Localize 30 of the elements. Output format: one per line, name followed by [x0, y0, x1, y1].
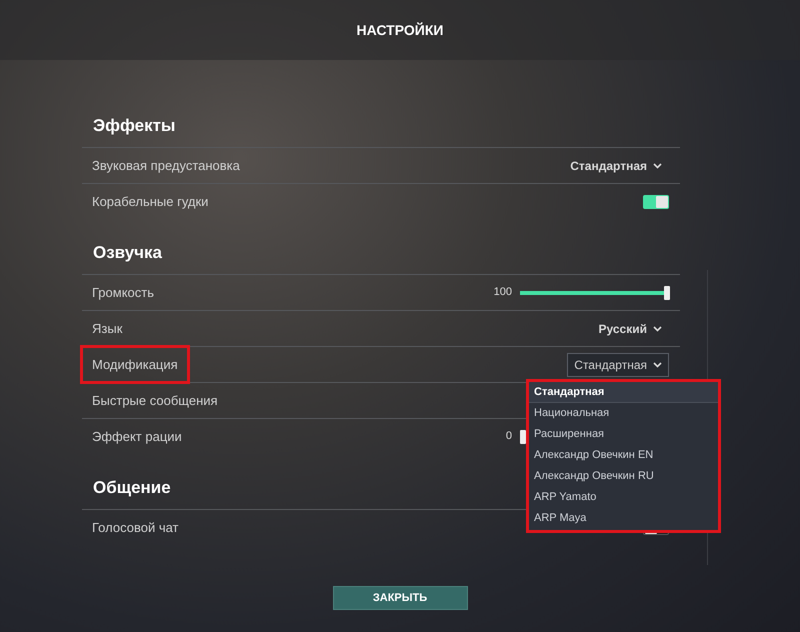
chevron-down-icon [653, 362, 662, 368]
toggle-switch[interactable] [643, 194, 669, 208]
setting-label: Быстрые сообщения [91, 392, 219, 410]
dropdown-option[interactable]: ARP Yamato [529, 487, 718, 508]
section-heading: Озвучка [93, 242, 162, 264]
section-heading: Эффекты [93, 114, 176, 136]
setting-label: Звуковая предустановка [91, 156, 241, 175]
window-title: НАСТРОЙКИ [356, 20, 444, 40]
dropdown-option[interactable]: Стандартная [529, 382, 718, 403]
select-dropdown[interactable]: Русский [598, 320, 680, 338]
dropdown-option[interactable]: Национальная [529, 403, 718, 424]
close-button[interactable]: ЗАКРЫТЬ [332, 586, 468, 610]
dropdown-option[interactable]: ARP Maya [529, 508, 718, 529]
dropdown-option[interactable]: Александр Овечкин RU [529, 466, 718, 487]
section-heading: Общение [93, 476, 171, 498]
dropdown-option[interactable]: Александр Овечкин EN [529, 445, 718, 466]
select-dropdown[interactable]: Стандартная [570, 156, 680, 174]
setting-label: Громкость [91, 284, 155, 302]
setting-label: Язык [91, 320, 124, 338]
slider-track[interactable] [520, 286, 670, 300]
setting-label: Голосовой чат [91, 518, 180, 537]
setting-label: Модификация [80, 344, 190, 384]
chevron-down-icon [653, 162, 662, 168]
chevron-down-icon [653, 326, 662, 332]
setting-label: Эффект рации [91, 428, 183, 446]
slider-value: 0 [506, 429, 512, 444]
slider-value: 100 [494, 285, 512, 300]
select-dropdown[interactable]: Стандартная [567, 352, 669, 376]
setting-label: Корабельные гудки [91, 192, 210, 211]
dropdown-option[interactable]: Расширенная [529, 424, 718, 445]
